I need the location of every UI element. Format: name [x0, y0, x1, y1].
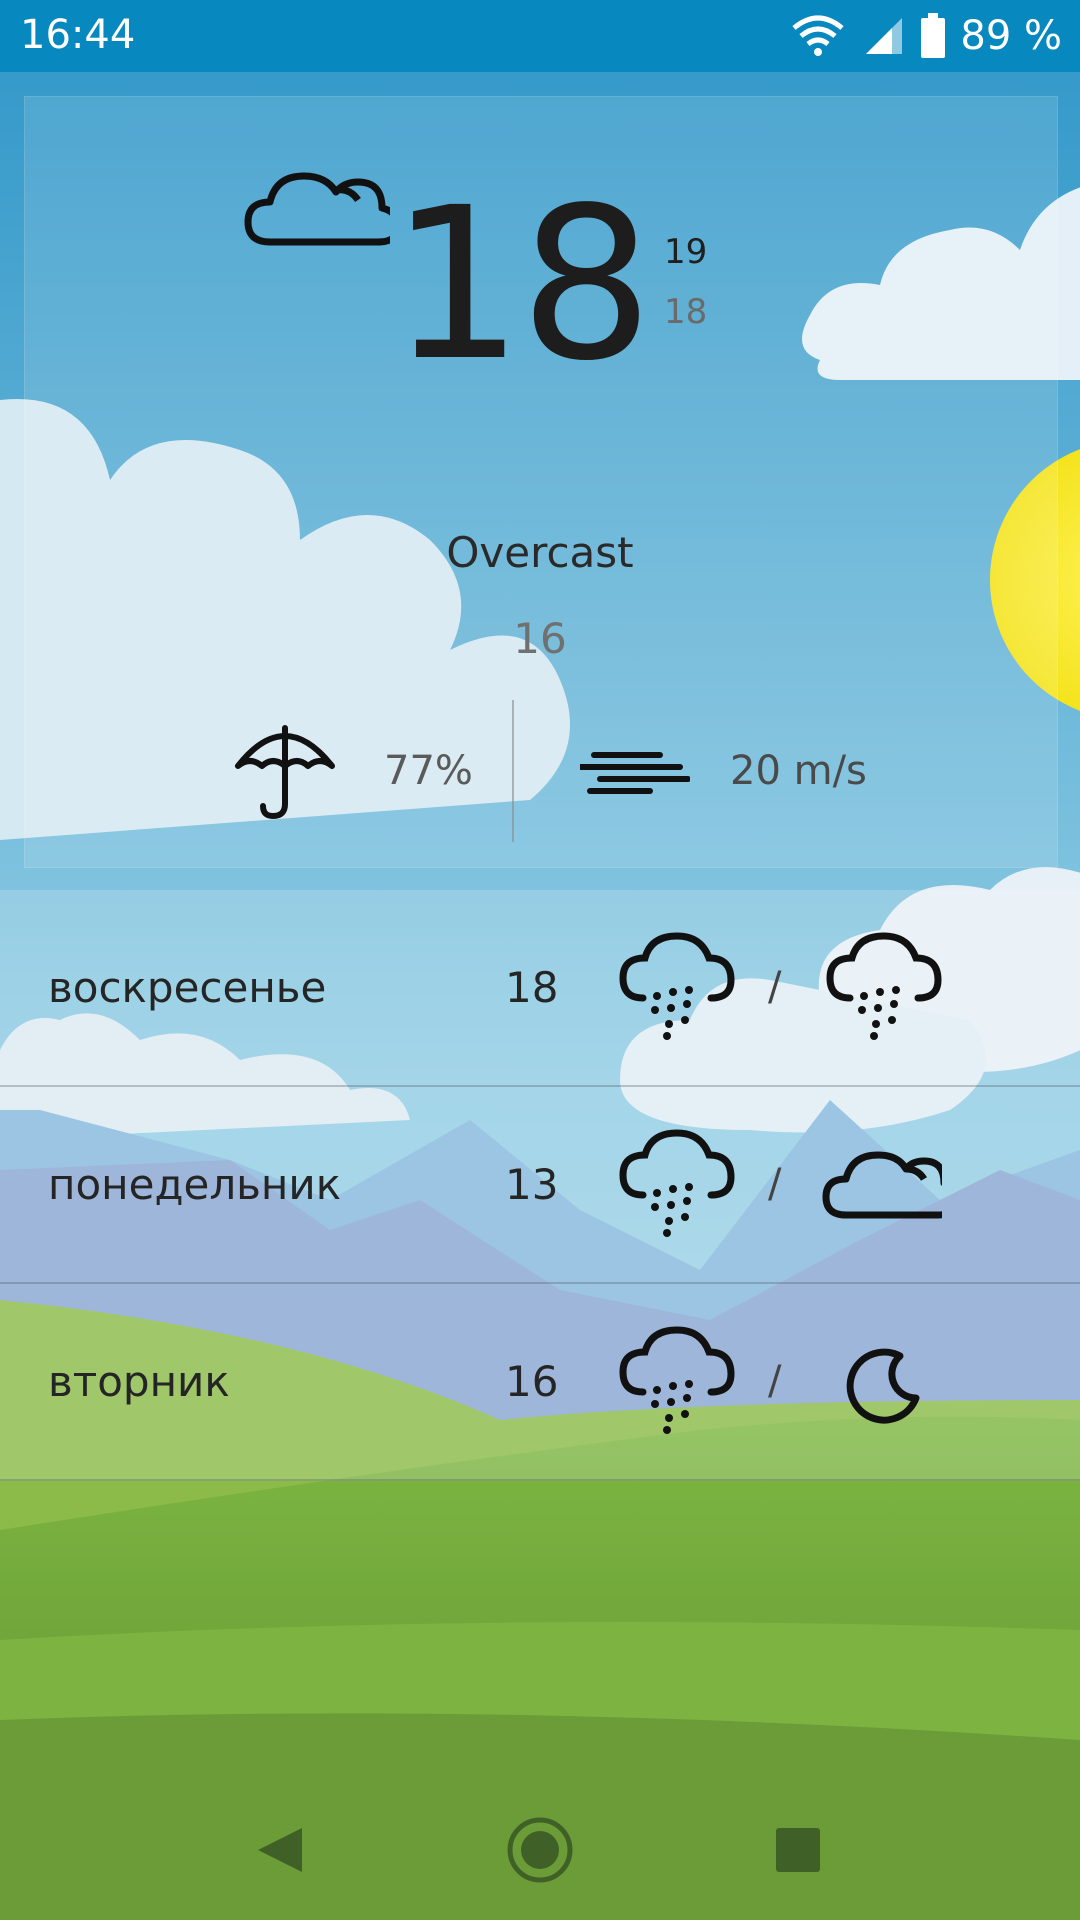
condition-text: Overcast — [446, 528, 634, 577]
wind-speed: 20 m/s — [730, 748, 867, 794]
forecast-temp: 18 — [505, 963, 559, 1012]
rain-icon — [619, 932, 735, 1040]
cloud-icon — [822, 1151, 942, 1219]
separator: / — [768, 1161, 782, 1207]
status-bar: 16:44 89 % — [0, 0, 1080, 72]
forecast-row[interactable]: вторник 16 / — [0, 1284, 1080, 1481]
current-temperature: 18 — [390, 162, 653, 407]
forecast-row[interactable]: воскресенье 18 / — [0, 890, 1080, 1087]
moon-icon — [846, 1348, 920, 1424]
forecast-row[interactable]: понедельник 13 / — [0, 1087, 1080, 1284]
cloud-icon — [244, 172, 390, 246]
wifi-icon — [792, 15, 844, 56]
umbrella-icon — [235, 725, 335, 820]
rain-icon — [619, 1326, 735, 1434]
divider — [512, 700, 514, 842]
wind-icon — [580, 752, 690, 794]
forecast-list: воскресенье 18 / понедельник 13 / вторни… — [0, 890, 1080, 1481]
separator: / — [768, 1358, 782, 1404]
home-icon[interactable] — [500, 1810, 580, 1890]
temp-low: 18 — [664, 292, 708, 332]
forecast-day: понедельник — [48, 1160, 342, 1209]
forecast-day: вторник — [48, 1357, 230, 1406]
rain-icon — [826, 932, 942, 1040]
rain-icon — [619, 1129, 735, 1237]
navigation-bar — [0, 1780, 1080, 1920]
forecast-day: воскресенье — [48, 963, 327, 1012]
signal-icon — [866, 18, 903, 54]
battery-icon — [921, 13, 946, 58]
precipitation-value: 77% — [384, 748, 473, 794]
recents-icon[interactable] — [758, 1810, 838, 1890]
forecast-temp: 16 — [505, 1357, 559, 1406]
forecast-temp: 13 — [505, 1160, 559, 1209]
separator: / — [768, 964, 782, 1010]
back-icon[interactable] — [240, 1810, 320, 1890]
battery-percent: 89 % — [960, 13, 1062, 59]
temp-high: 19 — [664, 232, 708, 272]
feels-like-temperature: 16 — [513, 614, 567, 663]
status-time: 16:44 — [20, 12, 136, 58]
